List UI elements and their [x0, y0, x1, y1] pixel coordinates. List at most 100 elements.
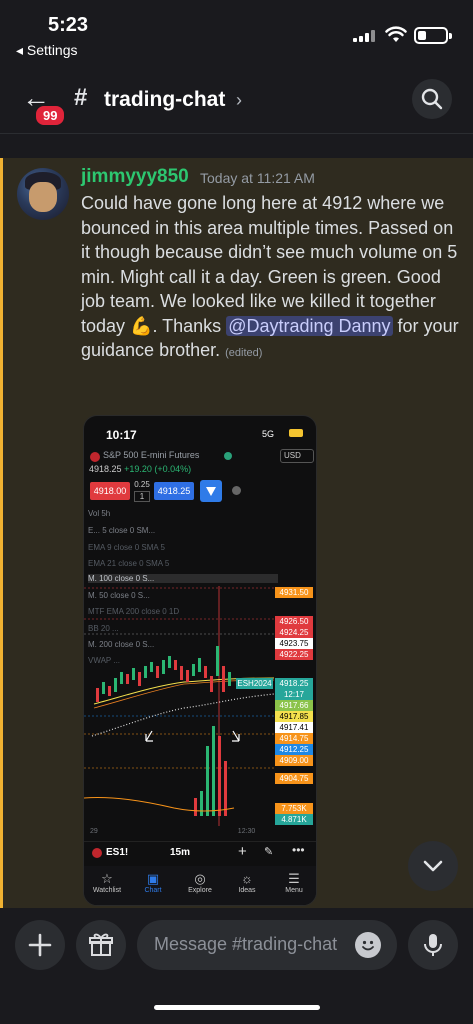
- user-mention[interactable]: @Daytrading Danny: [226, 315, 393, 336]
- message-author[interactable]: jimmyyy850: [81, 166, 189, 188]
- candlestick-chart: [84, 586, 274, 826]
- symbol-name: ES1!: [106, 847, 129, 858]
- buy-button: 4918.25: [154, 482, 194, 500]
- sell-button: 4918.00: [90, 482, 130, 500]
- status-bar: 5:23 ◂ Settings: [0, 0, 473, 64]
- price-label: 4931.50: [275, 587, 313, 598]
- price-label: 4909.00: [275, 755, 313, 766]
- price-label: 4917.41: [275, 722, 313, 733]
- nav-chart: ▣ Chart: [130, 871, 176, 894]
- price-label: 4923.75: [275, 638, 313, 649]
- search-icon: [421, 88, 443, 110]
- contract-tag: ESH2024: [236, 678, 273, 689]
- info-icon: [232, 486, 241, 495]
- nav-label: Menu: [285, 887, 303, 894]
- cme-logo-icon: [90, 452, 100, 462]
- chevron-right-icon[interactable]: ›: [236, 90, 242, 111]
- image-attachment[interactable]: 10:17 5G S&P 500 E-mini Futures USD 4918…: [83, 415, 317, 906]
- lightbulb-icon: ☼: [241, 871, 253, 886]
- price-label: 7.753K: [275, 803, 313, 814]
- ticker-title: S&P 500 E-mini Futures: [103, 450, 200, 460]
- emoji-icon[interactable]: [355, 932, 381, 958]
- message-input[interactable]: Message #trading-chat: [137, 920, 397, 970]
- back-to-settings-link[interactable]: ◂ Settings: [16, 42, 78, 59]
- edited-label: (edited): [225, 347, 263, 359]
- attachment-battery-icon: [289, 429, 303, 437]
- price-label: 4.871K: [275, 814, 313, 825]
- time-tick: 12:30: [237, 828, 256, 835]
- symbol-toolbar: ES1! 15m + ✎ •••: [84, 841, 316, 863]
- nav-label: Watchlist: [92, 887, 122, 894]
- quantity-value: 1: [134, 491, 150, 502]
- price-label: 4922.25: [275, 649, 313, 660]
- price-label: 4912.25: [275, 744, 313, 755]
- nav-watchlist: ☆ Watchlist: [84, 871, 130, 894]
- attachment-clock: 10:17: [106, 428, 137, 442]
- nav-ideas: ☼ Ideas: [224, 871, 270, 894]
- compass-icon: ◎: [194, 871, 206, 886]
- currency-select: USD: [280, 449, 314, 463]
- cellular-signal-icon: [353, 30, 375, 42]
- price-label: 4924.25: [275, 627, 313, 638]
- chart-icon: ▣: [146, 871, 160, 886]
- flexed-biceps-emoji: 💪: [130, 315, 153, 336]
- nav-label: Explore: [188, 887, 212, 894]
- spread-value: 0.25: [134, 480, 150, 489]
- price-label: 4904.75: [275, 773, 313, 784]
- cme-logo-icon: [92, 848, 102, 858]
- gift-icon: [89, 933, 113, 956]
- message-timestamp: Today at 11:21 AM: [200, 170, 315, 186]
- gift-button[interactable]: [76, 920, 126, 970]
- candles: [96, 646, 231, 702]
- market-open-icon: [224, 452, 232, 460]
- tradingview-logo-icon: [200, 480, 222, 502]
- indicator-label: E... 5 close 0 SM...: [88, 526, 156, 535]
- indicator-label: EMA 21 close 0 SMA 5: [88, 559, 170, 568]
- price-label: 12:17: [275, 689, 313, 700]
- indicator-label: Vol 5h: [88, 509, 111, 518]
- clock: 5:23: [48, 14, 89, 36]
- channel-header: ← 99 # trading-chat ›: [0, 64, 473, 134]
- wifi-icon: [385, 26, 407, 42]
- avatar[interactable]: [17, 168, 69, 220]
- nav-menu: ☰ Menu: [271, 871, 316, 894]
- last-price: 4918.25: [89, 464, 122, 474]
- chevron-down-icon: [423, 860, 443, 872]
- microphone-icon: [424, 934, 442, 956]
- search-button[interactable]: [412, 79, 452, 119]
- add-icon: +: [238, 843, 247, 860]
- battery-icon: [414, 27, 452, 44]
- spread: 0.25 1: [134, 480, 150, 502]
- nav-explore: ◎ Explore: [177, 871, 223, 894]
- star-icon: ☆: [101, 871, 113, 886]
- nav-label: Ideas: [238, 887, 256, 894]
- price-label: 4914.75: [275, 733, 313, 744]
- time-tick: 29: [90, 828, 98, 835]
- price-label: 4926.50: [275, 616, 313, 627]
- channel-name[interactable]: trading-chat: [104, 88, 225, 112]
- nav-label: Chart: [144, 887, 162, 894]
- more-icon: •••: [292, 843, 305, 857]
- price-change: +19.20 (+0.04%): [124, 464, 192, 474]
- indicator-label: EMA 9 close 0 SMA 5: [88, 543, 165, 552]
- tradingview-navbar: ☆ Watchlist ▣ Chart ◎ Explore ☼ Ideas ☰ Menu: [84, 866, 316, 905]
- unread-badge: 99: [34, 104, 67, 127]
- plus-icon: [28, 933, 52, 957]
- time-axis: 29 12:30: [90, 828, 255, 835]
- attachment-network: 5G: [262, 429, 275, 439]
- voice-message-button[interactable]: [408, 920, 458, 970]
- attach-button[interactable]: [15, 920, 65, 970]
- indicator-label: M. 100 close 0 S...: [88, 574, 278, 583]
- jump-to-bottom-button[interactable]: [408, 841, 458, 891]
- message-text: . Thanks: [152, 315, 227, 336]
- price-label: 4917.66: [275, 700, 313, 711]
- ticker-price-line: 4918.25 +19.20 (+0.04%): [89, 464, 191, 474]
- price-label: 4918.25: [275, 678, 313, 689]
- volume-bars: [194, 726, 227, 816]
- channel-hash-icon: #: [74, 84, 88, 111]
- highlighted-message[interactable]: jimmyyy850 Today at 11:21 AM Could have …: [0, 158, 473, 908]
- price-label: 4917.85: [275, 711, 313, 722]
- home-indicator: [154, 1005, 320, 1010]
- timeframe: 15m: [170, 847, 191, 858]
- message-body: Could have gone long here at 4912 where …: [81, 191, 466, 366]
